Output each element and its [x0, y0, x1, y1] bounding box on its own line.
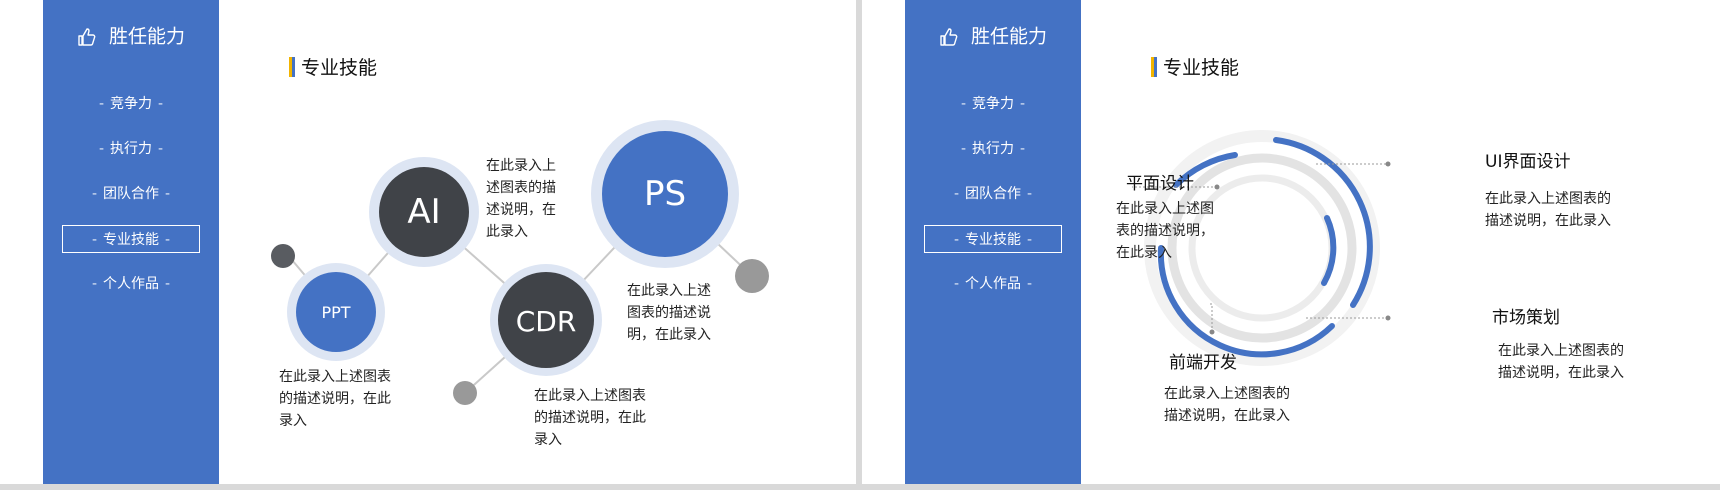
item-title-ui-design: UI界面设计	[1485, 152, 1571, 172]
small-dot	[453, 381, 477, 405]
ppt-label: PPT	[321, 303, 351, 322]
ai-label: AI	[407, 192, 441, 232]
cdr-label: CDR	[515, 305, 577, 338]
item-desc-graphic-design: 在此录入上述图表的描述说明，在此录入	[1116, 201, 1214, 261]
item-title-frontend: 前端开发	[1169, 353, 1237, 373]
slide-left: 胜任能力 - 竞争力 - - 执行力 - - 团队合作 - - 专业技能 - - 个人作品 - 专业…	[0, 0, 856, 484]
ps-description: 在此录入上述图表的描述说明，在此录入	[627, 283, 711, 343]
item-desc-frontend: 在此录入上述图表的描述说明，在此录入	[1164, 386, 1290, 424]
slide-right: 胜任能力 - 竞争力 - - 执行力 - - 团队合作 - - 专业技能 - - 个人作品 - 专业…	[862, 0, 1720, 484]
small-dot	[735, 259, 769, 293]
leader-dot	[1214, 184, 1220, 190]
item-desc-ui-design: 在此录入上述图表的描述说明，在此录入	[1485, 191, 1611, 229]
leader-dot	[1209, 329, 1215, 335]
ppt-description: 在此录入上述图表的描述说明，在此录入	[279, 369, 391, 429]
skills-bubble-diagram	[271, 120, 769, 405]
item-title-marketing: 市场策划	[1492, 308, 1560, 328]
item-title-graphic-design: 平面设计	[1126, 174, 1194, 194]
cdr-description: 在此录入上述图表的描述说明，在此录入	[534, 388, 646, 448]
item-desc-marketing: 在此录入上述图表的描述说明，在此录入	[1498, 343, 1624, 381]
leader-dot	[1385, 161, 1391, 167]
ai-description: 在此录入上述图表的描述说明，在此录入	[486, 158, 556, 240]
leader-dot	[1385, 315, 1391, 321]
small-dot	[271, 244, 295, 268]
ps-label: PS	[643, 174, 687, 214]
